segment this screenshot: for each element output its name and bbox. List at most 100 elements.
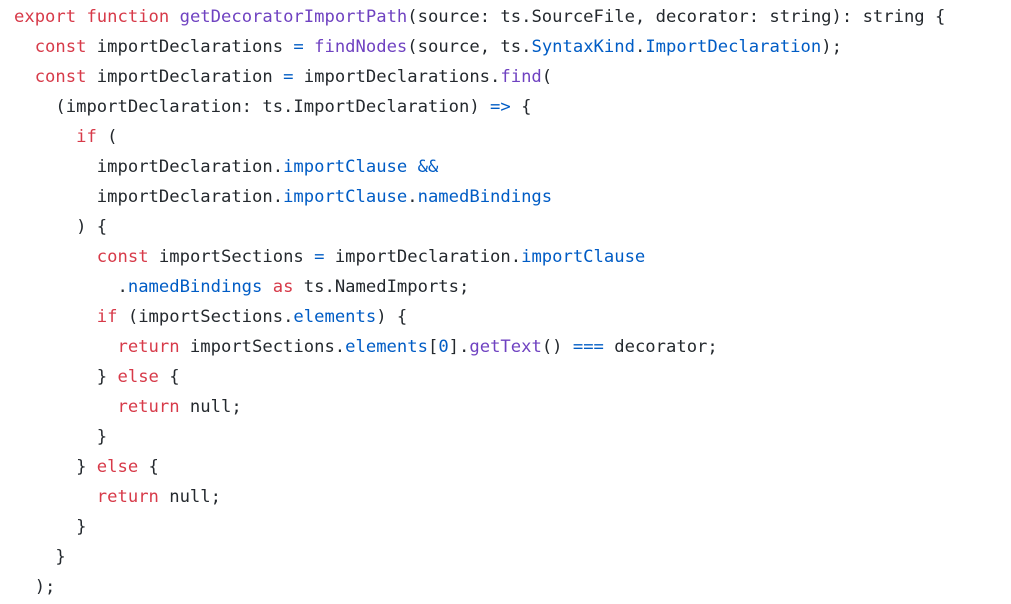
code-text: } <box>76 457 97 477</box>
function-name: findNodes <box>314 37 408 57</box>
code-line: const importDeclaration = importDeclarat… <box>14 62 945 92</box>
code-line: if ( <box>14 122 945 152</box>
property: elements <box>293 307 377 327</box>
function-name: getDecoratorImportPath <box>179 7 408 27</box>
keyword: if <box>96 307 118 327</box>
property: elements <box>345 337 428 357</box>
code-text: ) { <box>376 307 408 327</box>
keyword: const <box>96 247 149 267</box>
code-text: ]. <box>448 337 470 357</box>
code-text: importDeclarations. <box>293 67 501 87</box>
keyword: const <box>34 37 87 57</box>
code-line: } <box>14 512 945 542</box>
code-line: return null; <box>14 482 945 512</box>
property: importClause <box>283 187 408 207</box>
code-line: const importDeclarations = findNodes(sou… <box>14 32 945 62</box>
code-text: importDeclaration <box>86 67 284 87</box>
code-line: return importSections.elements[0].getTex… <box>14 332 945 362</box>
code-text: (source: ts.SourceFile, decorator: strin… <box>407 7 946 27</box>
keyword: if <box>76 127 97 147</box>
keyword: const <box>34 67 87 87</box>
code-text: ) { <box>76 217 108 237</box>
code-text: ( <box>541 67 553 87</box>
code-text: { <box>138 457 159 477</box>
code-text: . <box>407 187 418 207</box>
code-line: } else { <box>14 362 945 392</box>
keyword: export <box>14 7 77 27</box>
code-line: importDeclaration.importClause.namedBind… <box>14 182 945 212</box>
code-block: export function getDecoratorImportPath(s… <box>14 2 945 602</box>
code-line: return null; <box>14 392 945 422</box>
code-text: importDeclaration. <box>96 187 284 207</box>
code-line: export function getDecoratorImportPath(s… <box>14 2 945 32</box>
code-text: importSections <box>148 247 315 267</box>
code-text: } <box>96 367 118 387</box>
code-text: . <box>634 37 646 57</box>
code-text: decorator; <box>603 337 718 357</box>
code-line: const importSections = importDeclaration… <box>14 242 945 272</box>
code-text: } <box>55 547 66 567</box>
property: namedBindings <box>127 277 263 297</box>
code-text: () <box>541 337 573 357</box>
property: namedBindings <box>417 187 553 207</box>
property: SyntaxKind <box>531 37 635 57</box>
code-text: ); <box>821 37 842 57</box>
code-line: ); <box>14 572 945 602</box>
code-text: . <box>117 277 128 297</box>
code-line: importDeclaration.importClause && <box>14 152 945 182</box>
property: 0 <box>438 337 449 357</box>
keyword: return <box>117 337 180 357</box>
code-text: importDeclaration. <box>96 157 284 177</box>
code-line: (importDeclaration: ts.ImportDeclaration… <box>14 92 945 122</box>
code-text: ); <box>34 577 56 597</box>
property: ImportDeclaration <box>645 37 822 57</box>
operator: = <box>283 67 294 87</box>
code-text: importSections. <box>179 337 346 357</box>
code-line: } else { <box>14 452 945 482</box>
code-text: null; <box>158 487 221 507</box>
function-name: getText <box>469 337 542 357</box>
operator: && <box>417 157 439 177</box>
function-name: find <box>500 67 542 87</box>
code-text: (source, ts. <box>407 37 532 57</box>
keyword: return <box>96 487 159 507</box>
code-text: importDeclaration. <box>324 247 522 267</box>
code-line: .namedBindings as ts.NamedImports; <box>14 272 945 302</box>
keyword: else <box>96 457 139 477</box>
code-text: ts.NamedImports; <box>293 277 470 297</box>
keyword: return <box>117 397 180 417</box>
code-line: } <box>14 542 945 572</box>
code-text: importDeclarations <box>86 37 294 57</box>
code-text: { <box>158 367 180 387</box>
keyword: function <box>86 7 170 27</box>
code-text: [ <box>427 337 439 357</box>
code-text: ( <box>96 127 118 147</box>
operator: = <box>293 37 304 57</box>
keyword: as <box>272 277 294 297</box>
code-line: ) { <box>14 212 945 242</box>
operator: === <box>572 337 604 357</box>
operator: = <box>314 247 325 267</box>
code-text: } <box>96 427 108 447</box>
code-text: null; <box>179 397 242 417</box>
